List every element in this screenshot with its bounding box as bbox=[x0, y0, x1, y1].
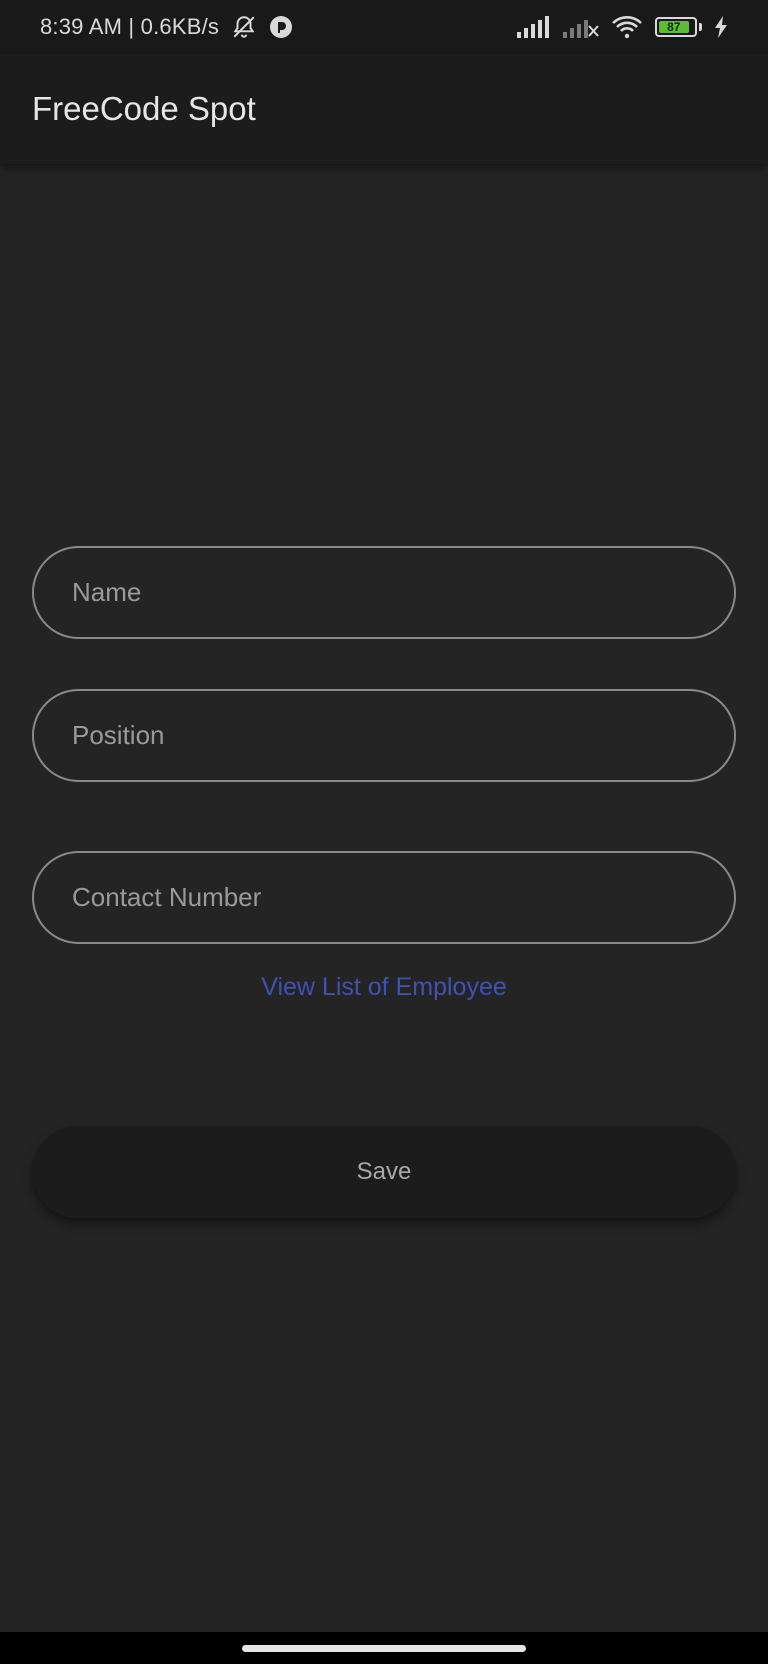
battery-level: 87 bbox=[659, 20, 689, 34]
name-field[interactable] bbox=[32, 546, 736, 639]
view-employee-list-link[interactable]: View List of Employee bbox=[0, 973, 768, 1002]
charging-icon bbox=[714, 16, 728, 38]
home-indicator[interactable] bbox=[242, 1645, 526, 1652]
wifi-icon bbox=[611, 15, 643, 39]
position-input[interactable] bbox=[72, 720, 734, 751]
status-right: 87 bbox=[517, 15, 728, 39]
battery-body: 87 bbox=[655, 17, 697, 37]
position-field[interactable] bbox=[32, 689, 736, 782]
contact-number-input[interactable] bbox=[72, 882, 734, 913]
contact-number-field[interactable] bbox=[32, 851, 736, 944]
signal-no-sim-icon bbox=[563, 16, 599, 38]
app-title: FreeCode Spot bbox=[32, 90, 256, 127]
battery-icon: 87 bbox=[655, 17, 702, 37]
app-indicator-icon bbox=[269, 15, 293, 39]
notifications-off-icon bbox=[231, 14, 257, 40]
save-button[interactable]: Save bbox=[32, 1126, 736, 1218]
screen: 8:39 AM | 0.6KB/s 87 FreeCode Spot Name … bbox=[0, 0, 768, 1664]
status-bar: 8:39 AM | 0.6KB/s 87 bbox=[0, 0, 768, 54]
battery-cap bbox=[699, 23, 702, 31]
status-time-speed: 8:39 AM | 0.6KB/s bbox=[40, 14, 220, 39]
app-bar: FreeCode Spot bbox=[0, 54, 768, 164]
status-left: 8:39 AM | 0.6KB/s bbox=[40, 14, 293, 40]
signal-icon bbox=[517, 16, 551, 38]
name-input[interactable] bbox=[72, 577, 734, 608]
